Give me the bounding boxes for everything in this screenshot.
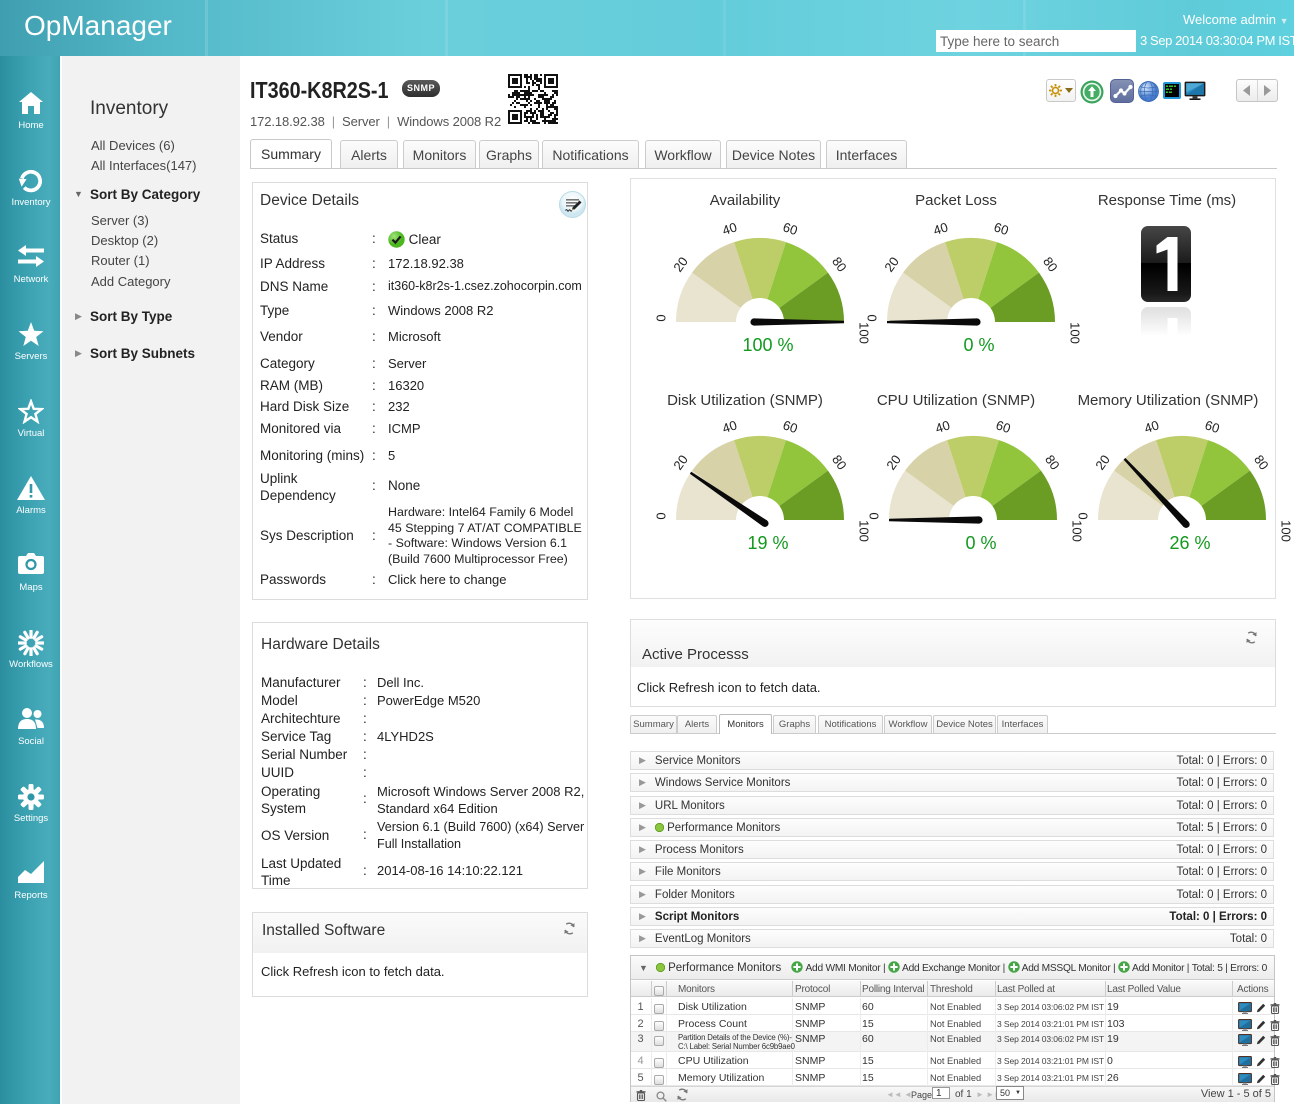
- svg-text:0: 0: [866, 512, 881, 519]
- svg-text:100: 100: [1068, 322, 1083, 344]
- svg-text:40: 40: [720, 222, 738, 238]
- svg-text:20: 20: [670, 452, 691, 473]
- svg-text:40: 40: [931, 222, 949, 238]
- svg-text:0: 0: [1075, 512, 1090, 519]
- svg-text:60: 60: [781, 222, 799, 238]
- svg-text:60: 60: [781, 420, 799, 436]
- svg-text:20: 20: [881, 254, 902, 275]
- svg-text:80: 80: [829, 254, 850, 275]
- svg-text:80: 80: [1040, 254, 1061, 275]
- svg-text:20: 20: [670, 254, 691, 275]
- svg-text:0: 0: [653, 512, 668, 519]
- svg-text:60: 60: [992, 222, 1010, 238]
- svg-text:80: 80: [829, 452, 850, 473]
- svg-text:80: 80: [1042, 452, 1063, 473]
- svg-text:20: 20: [883, 452, 904, 473]
- svg-text:40: 40: [1142, 420, 1160, 436]
- svg-text:100: 100: [1279, 520, 1294, 542]
- svg-text:80: 80: [1251, 452, 1272, 473]
- svg-text:40: 40: [933, 420, 951, 436]
- svg-text:60: 60: [994, 420, 1012, 436]
- svg-text:60: 60: [1203, 420, 1221, 436]
- svg-text:40: 40: [720, 420, 738, 436]
- svg-text:0: 0: [653, 314, 668, 321]
- svg-text:0: 0: [864, 314, 879, 321]
- svg-text:20: 20: [1092, 452, 1113, 473]
